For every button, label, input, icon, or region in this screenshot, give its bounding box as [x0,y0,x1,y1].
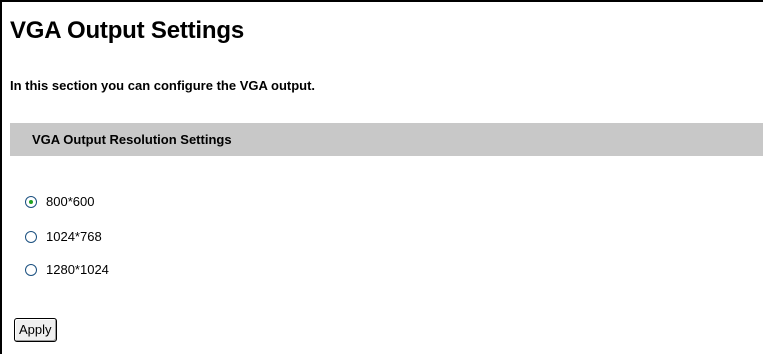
radio-button[interactable] [25,231,37,243]
section-header: VGA Output Resolution Settings [10,123,763,156]
settings-frame: VGA Output Settings In this section you … [0,0,763,354]
radio-button[interactable] [25,264,37,276]
resolution-option-label: 1024*768 [46,229,102,244]
resolution-option-1024x768[interactable]: 1024*768 [25,228,102,246]
radio-button-selected[interactable] [25,196,37,208]
resolution-option-800x600[interactable]: 800*600 [25,193,94,211]
page-title: VGA Output Settings [10,17,244,44]
resolution-option-1280x1024[interactable]: 1280*1024 [25,261,109,279]
intro-text: In this section you can configure the VG… [10,78,316,93]
apply-button[interactable]: Apply [14,318,57,342]
resolution-option-label: 800*600 [46,194,95,209]
section-title: VGA Output Resolution Settings [32,132,232,147]
resolution-option-label: 1280*1024 [46,262,109,277]
